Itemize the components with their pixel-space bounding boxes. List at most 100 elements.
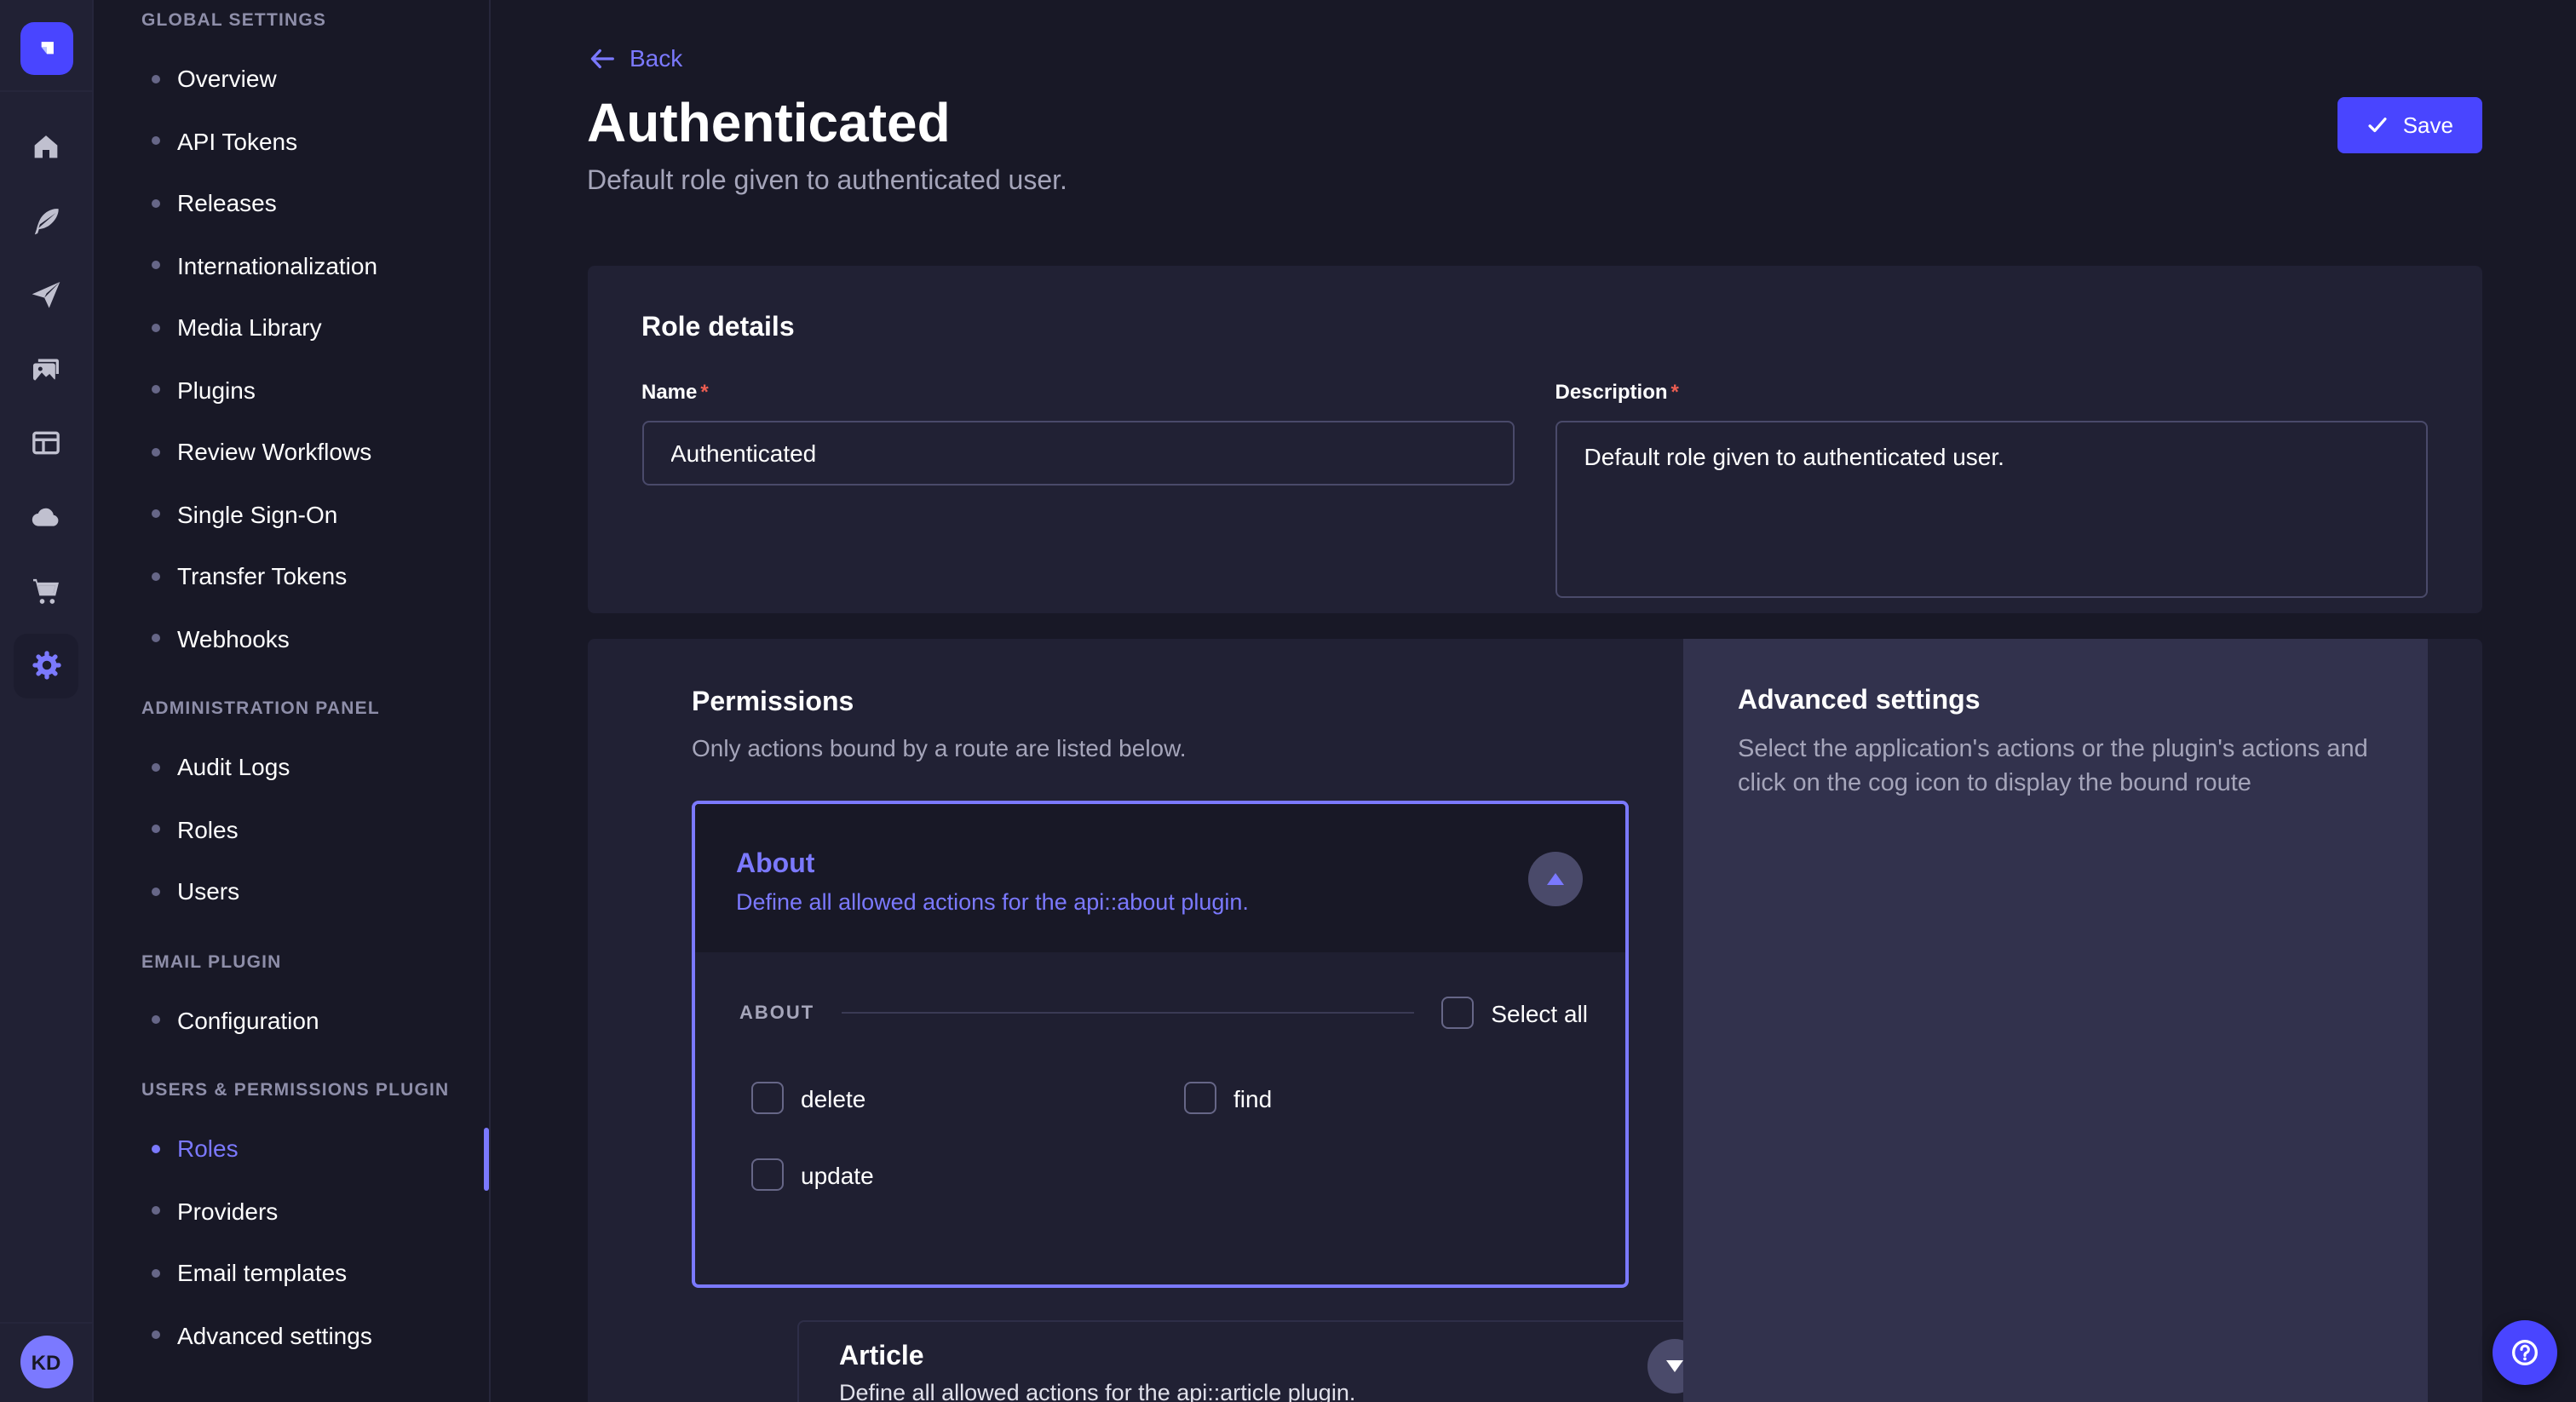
strapi-logo-icon xyxy=(30,32,62,65)
bullet-icon xyxy=(152,825,160,834)
role-details-card: Role details Name* Description* Default … xyxy=(587,266,2482,613)
sidebar-item-overview[interactable]: Overview xyxy=(94,48,488,110)
subnav-scroll-indicator[interactable] xyxy=(483,1128,488,1191)
question-mark-icon xyxy=(2508,1336,2542,1370)
bullet-icon xyxy=(152,199,160,208)
media-library-icon[interactable] xyxy=(29,352,63,386)
sidebar-item-plugins[interactable]: Plugins xyxy=(94,359,488,421)
bullet-icon xyxy=(152,888,160,896)
accordion-article-title: Article xyxy=(839,1342,1691,1373)
sidebar-item-audit-logs[interactable]: Audit Logs xyxy=(94,736,488,798)
permission-item-delete: delete xyxy=(751,1082,1184,1114)
gear-icon xyxy=(28,647,64,683)
rail-divider xyxy=(0,90,93,92)
accordion-about: About Define all allowed actions for the… xyxy=(692,801,1629,1288)
name-field[interactable] xyxy=(641,421,1515,486)
main-content: Back Authenticated Default role given to… xyxy=(490,0,2576,1402)
chevron-down-icon xyxy=(1664,1358,1684,1375)
sidebar-item-releases[interactable]: Releases xyxy=(94,172,488,234)
role-details-title: Role details xyxy=(641,313,2428,344)
description-field[interactable]: Default role given to authenticated user… xyxy=(1555,421,2429,598)
bullet-icon xyxy=(152,1207,160,1215)
bullet-icon xyxy=(152,1016,160,1025)
cart-icon[interactable] xyxy=(29,574,63,608)
delete-label: delete xyxy=(801,1084,865,1112)
page-subtitle: Default role given to authenticated user… xyxy=(587,167,1067,198)
advanced-settings-title: Advanced settings xyxy=(1738,687,2373,717)
avatar[interactable]: KD xyxy=(20,1336,72,1388)
bullet-icon xyxy=(152,1269,160,1278)
chevron-up-icon xyxy=(1545,871,1566,888)
bullet-icon xyxy=(152,510,160,519)
select-all-checkbox[interactable] xyxy=(1441,997,1474,1029)
sidebar-item-providers[interactable]: Providers xyxy=(94,1180,488,1242)
sidebar-item-up-advanced-settings[interactable]: Advanced settings xyxy=(94,1304,488,1366)
page-title: Authenticated xyxy=(587,92,951,155)
sidebar-item-up-roles[interactable]: Roles xyxy=(94,1118,488,1180)
permissions-column: Permissions Only actions bound by a rout… xyxy=(692,639,1629,1288)
arrow-left-icon xyxy=(587,45,616,71)
cloud-icon[interactable] xyxy=(29,500,63,534)
strapi-admin-app: KD GLOBAL SETTINGS Overview API Tokens R… xyxy=(0,0,2576,1402)
sidebar-item-transfer-tokens[interactable]: Transfer Tokens xyxy=(94,545,488,607)
bullet-icon xyxy=(152,261,160,270)
paper-plane-icon[interactable] xyxy=(29,278,63,312)
sidebar-item-configuration[interactable]: Configuration xyxy=(94,989,488,1051)
permissions-subtitle: Only actions bound by a route are listed… xyxy=(692,734,1629,763)
update-label: update xyxy=(801,1161,874,1188)
subnav-section-administration-panel: ADMINISTRATION PANEL xyxy=(94,695,488,722)
main-nav-rail: KD xyxy=(0,0,94,1402)
accordion-article-header[interactable]: Article Define all allowed actions for t… xyxy=(796,1320,1734,1402)
update-checkbox[interactable] xyxy=(751,1158,784,1191)
permissions-title: Permissions xyxy=(692,687,1629,721)
bullet-icon xyxy=(152,763,160,772)
sidebar-item-api-tokens[interactable]: API Tokens xyxy=(94,110,488,172)
save-button[interactable]: Save xyxy=(2338,97,2482,153)
accordion-about-subtitle: Define all allowed actions for the api::… xyxy=(736,889,1584,915)
bullet-icon xyxy=(152,448,160,457)
back-link[interactable]: Back xyxy=(587,44,682,72)
sidebar-item-email-templates[interactable]: Email templates xyxy=(94,1242,488,1304)
delete-checkbox[interactable] xyxy=(751,1082,784,1114)
required-asterisk: * xyxy=(1671,380,1679,404)
bullet-icon xyxy=(152,1331,160,1340)
permission-item-find: find xyxy=(1184,1082,1617,1114)
settings-subnav: GLOBAL SETTINGS Overview API Tokens Rele… xyxy=(94,0,490,1402)
check-icon xyxy=(2367,114,2389,136)
home-icon[interactable] xyxy=(29,129,63,164)
bullet-icon xyxy=(152,386,160,394)
advanced-settings-panel: Advanced settings Select the application… xyxy=(1683,639,2428,1402)
advanced-settings-description: Select the application's actions or the … xyxy=(1738,734,2373,801)
sidebar-item-media-library[interactable]: Media Library xyxy=(94,296,488,359)
group-divider xyxy=(842,1012,1414,1014)
bullet-icon xyxy=(152,635,160,643)
subnav-section-users-permissions-plugin: USERS & PERMISSIONS PLUGIN xyxy=(94,1077,488,1104)
sidebar-item-webhooks[interactable]: Webhooks xyxy=(94,607,488,669)
rail-bottom-divider xyxy=(0,1322,93,1324)
sidebar-item-admin-roles[interactable]: Roles xyxy=(94,798,488,860)
find-checkbox[interactable] xyxy=(1184,1082,1216,1114)
sidebar-item-review-workflows[interactable]: Review Workflows xyxy=(94,421,488,483)
accordion-about-header[interactable]: About Define all allowed actions for the… xyxy=(695,804,1625,952)
description-label: Description* xyxy=(1555,380,1679,404)
collapse-button[interactable] xyxy=(1528,852,1583,906)
group-label: ABOUT xyxy=(739,1003,814,1023)
settings-nav-active[interactable] xyxy=(14,633,78,698)
find-label: find xyxy=(1233,1084,1272,1112)
feather-icon[interactable] xyxy=(29,204,63,238)
subnav-section-global-settings: GLOBAL SETTINGS xyxy=(94,7,488,34)
name-label: Name* xyxy=(641,380,709,404)
bullet-icon xyxy=(152,572,160,581)
sidebar-item-admin-users[interactable]: Users xyxy=(94,860,488,922)
strapi-logo[interactable] xyxy=(20,22,72,75)
bullet-icon xyxy=(152,75,160,83)
layout-icon[interactable] xyxy=(29,426,63,460)
sidebar-item-single-sign-on[interactable]: Single Sign-On xyxy=(94,483,488,545)
sidebar-item-internationalization[interactable]: Internationalization xyxy=(94,234,488,296)
accordion-about-body: ABOUT Select all delete xyxy=(695,997,1625,1191)
accordion-article-subtitle: Define all allowed actions for the api::… xyxy=(839,1380,1691,1402)
bullet-icon xyxy=(152,1145,160,1153)
subnav-section-email-plugin: EMAIL PLUGIN xyxy=(94,948,488,975)
help-button[interactable] xyxy=(2493,1320,2557,1385)
accordion-about-title: About xyxy=(736,850,1584,881)
